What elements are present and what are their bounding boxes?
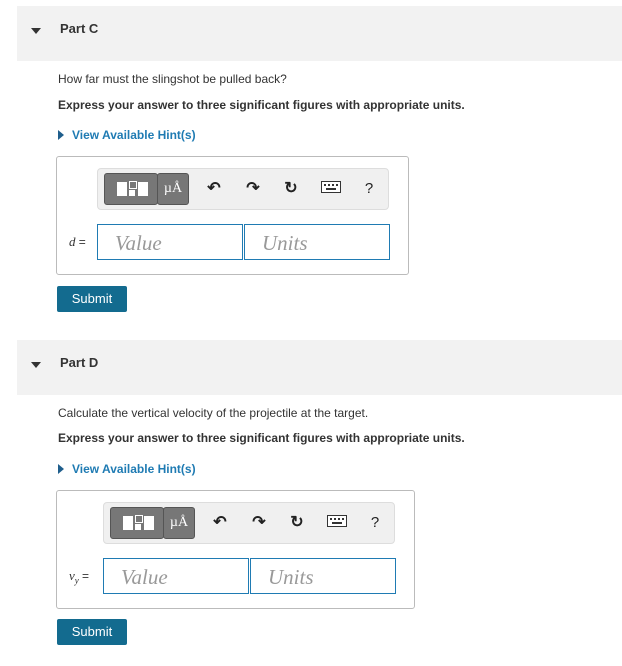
value-input[interactable]: Value — [97, 224, 243, 260]
value-input[interactable]: Value — [103, 558, 249, 594]
variable-name: d — [69, 234, 76, 249]
instruction-text: Express your answer to three significant… — [58, 98, 465, 112]
part-d-header[interactable]: Part D — [17, 340, 622, 395]
equals-sign: = — [82, 569, 90, 583]
template-box-icon — [129, 190, 135, 196]
help-button[interactable]: ? — [364, 512, 386, 534]
template-block-icon — [123, 516, 133, 530]
question-text: Calculate the vertical velocity of the p… — [58, 406, 369, 420]
hint-label: View Available Hint(s) — [72, 462, 196, 476]
template-box-icon — [129, 181, 137, 189]
submit-button[interactable]: Submit — [57, 286, 127, 312]
keyboard-icon[interactable] — [320, 178, 342, 200]
reset-icon[interactable]: ↻ — [286, 512, 308, 534]
units-input[interactable]: Units — [244, 224, 390, 260]
collapse-toggle-icon[interactable] — [31, 28, 41, 34]
template-block-icon — [144, 516, 154, 530]
template-block-icon — [138, 182, 148, 196]
variable-label: vy = — [69, 568, 89, 586]
math-toolbar: µÅ ↶ ↷ ↻ ? — [103, 502, 395, 544]
submit-button[interactable]: Submit — [57, 619, 127, 645]
undo-icon[interactable]: ↶ — [203, 178, 225, 200]
answer-box: µÅ ↶ ↷ ↻ ? vy = Value Units — [56, 490, 415, 609]
hint-label: View Available Hint(s) — [72, 128, 196, 142]
keyboard-icon[interactable] — [326, 512, 348, 534]
templates-button[interactable] — [104, 173, 158, 205]
instruction-text: Express your answer to three significant… — [58, 431, 465, 445]
view-hints-link[interactable]: View Available Hint(s) — [58, 462, 196, 476]
variable-subscript: y — [74, 575, 79, 586]
units-input[interactable]: Units — [250, 558, 396, 594]
units-button[interactable]: µÅ — [163, 507, 195, 539]
template-box-icon — [135, 515, 143, 523]
expand-triangle-icon — [58, 130, 64, 140]
variable-label: d = — [69, 234, 86, 250]
part-title: Part C — [60, 21, 99, 36]
equals-sign: = — [78, 235, 86, 249]
units-button[interactable]: µÅ — [157, 173, 189, 205]
redo-icon[interactable]: ↷ — [248, 512, 270, 534]
undo-icon[interactable]: ↶ — [209, 512, 231, 534]
redo-icon[interactable]: ↷ — [242, 178, 264, 200]
view-hints-link[interactable]: View Available Hint(s) — [58, 128, 196, 142]
part-c-header[interactable]: Part C — [17, 6, 622, 61]
template-box-icon — [135, 524, 141, 530]
math-toolbar: µÅ ↶ ↷ ↻ ? — [97, 168, 389, 210]
template-block-icon — [117, 182, 127, 196]
templates-button[interactable] — [110, 507, 164, 539]
question-text: How far must the slingshot be pulled bac… — [58, 72, 287, 86]
part-title: Part D — [60, 355, 99, 370]
reset-icon[interactable]: ↻ — [280, 178, 302, 200]
collapse-toggle-icon[interactable] — [31, 362, 41, 368]
expand-triangle-icon — [58, 464, 64, 474]
answer-box: µÅ ↶ ↷ ↻ ? d = Value Units — [56, 156, 409, 275]
help-button[interactable]: ? — [358, 178, 380, 200]
